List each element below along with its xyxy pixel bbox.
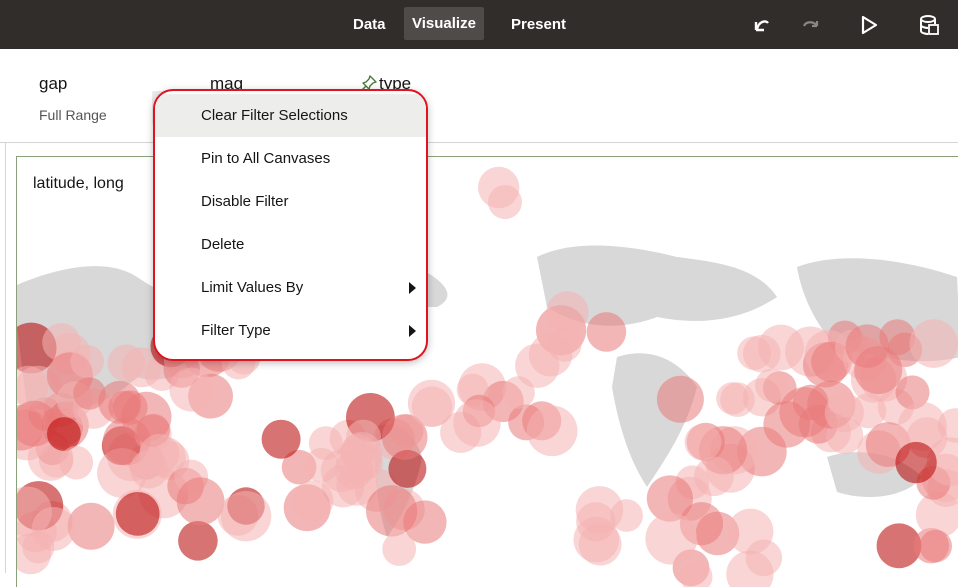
menu-item-label: Delete <box>201 223 244 266</box>
earthquake-marker[interactable] <box>70 345 104 379</box>
filter-bar: gap Full Range mag type <box>0 49 958 143</box>
earthquake-marker[interactable] <box>909 319 958 368</box>
earthquake-marker[interactable] <box>576 502 615 541</box>
earthquake-marker[interactable] <box>645 513 697 565</box>
filter-context-menu: Clear Filter Selections Pin to All Canva… <box>153 89 428 361</box>
tab-data[interactable]: Data <box>353 0 386 49</box>
earthquake-marker[interactable] <box>587 312 627 352</box>
earthquake-marker[interactable] <box>178 521 218 561</box>
menu-item-label: Clear Filter Selections <box>201 94 348 137</box>
earthquake-marker[interactable] <box>694 457 734 497</box>
earthquake-marker[interactable] <box>177 477 225 525</box>
earthquake-marker[interactable] <box>453 399 500 446</box>
canvas-left-edge <box>5 142 6 573</box>
undo-icon[interactable] <box>750 14 772 36</box>
menu-item-filter-type[interactable]: Filter Type <box>155 309 426 352</box>
earthquake-marker[interactable] <box>293 480 334 521</box>
earthquake-marker[interactable] <box>685 424 722 461</box>
earthquake-marker[interactable] <box>169 368 213 412</box>
redo-icon[interactable] <box>800 14 822 36</box>
earthquake-marker[interactable] <box>515 344 559 388</box>
submenu-arrow-icon <box>409 282 416 294</box>
earthquake-marker[interactable] <box>382 532 416 566</box>
earthquake-marker[interactable] <box>895 442 936 483</box>
earthquake-marker[interactable] <box>657 376 704 423</box>
earthquake-marker[interactable] <box>610 499 643 532</box>
menu-item-label: Disable Filter <box>201 180 289 223</box>
earthquake-marker[interactable] <box>130 450 168 488</box>
menu-item-label: Filter Type <box>201 309 271 352</box>
menu-item-disable-filter[interactable]: Disable Filter <box>155 180 426 223</box>
earthquake-marker[interactable] <box>349 446 383 480</box>
viz-title: latitude, long <box>33 175 124 193</box>
earthquake-marker[interactable] <box>546 291 588 333</box>
tab-visualize[interactable]: Visualize <box>404 7 484 40</box>
earthquake-marker[interactable] <box>47 417 81 451</box>
filter-gap-subtitle: Full Range <box>39 107 107 123</box>
menu-item-delete[interactable]: Delete <box>155 223 426 266</box>
earthquake-marker[interactable] <box>408 380 455 427</box>
save-icon[interactable] <box>918 14 940 36</box>
top-toolbar: Data Visualize Present <box>0 0 958 49</box>
menu-item-pin-to-all-canvases[interactable]: Pin to All Canvases <box>155 137 426 180</box>
earthquake-marker[interactable] <box>737 336 771 370</box>
earthquake-marker[interactable] <box>854 346 902 394</box>
earthquake-marker[interactable] <box>60 446 94 480</box>
earthquake-marker[interactable] <box>919 530 952 563</box>
earthquake-marker[interactable] <box>116 492 160 536</box>
submenu-arrow-icon <box>409 325 416 337</box>
menu-item-label: Limit Values By <box>201 266 303 309</box>
filter-gap-name[interactable]: gap <box>39 74 67 94</box>
menu-item-clear-filter-selections[interactable]: Clear Filter Selections <box>155 94 426 137</box>
earthquake-marker[interactable] <box>755 369 788 402</box>
earthquake-marker[interactable] <box>728 509 774 555</box>
earthquake-marker[interactable] <box>527 406 578 457</box>
play-icon[interactable] <box>858 14 880 36</box>
earthquake-marker[interactable] <box>763 401 810 448</box>
tab-present[interactable]: Present <box>511 0 566 49</box>
earthquake-marker[interactable] <box>262 420 301 459</box>
earthquake-marker[interactable] <box>851 393 886 428</box>
earthquake-marker[interactable] <box>221 491 271 541</box>
menu-item-limit-values-by[interactable]: Limit Values By <box>155 266 426 309</box>
earthquake-marker[interactable] <box>488 185 522 219</box>
menu-item-label: Pin to All Canvases <box>201 137 330 180</box>
